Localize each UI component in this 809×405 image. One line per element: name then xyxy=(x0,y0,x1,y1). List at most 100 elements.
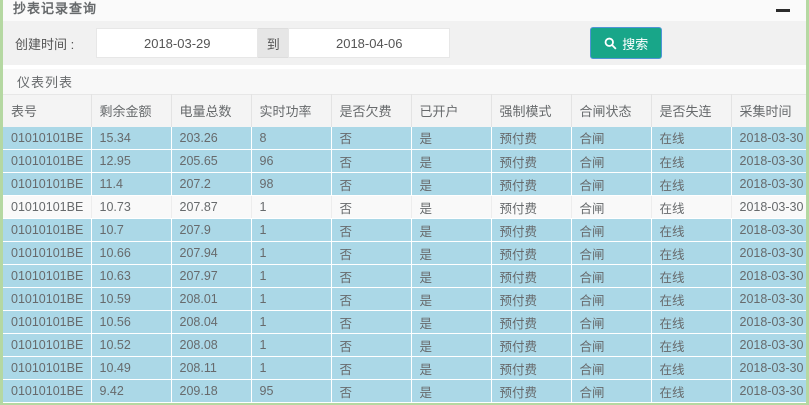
table-cell: 在线 xyxy=(651,380,731,403)
table-cell: 2018-03-30 15:1 xyxy=(731,219,806,242)
table-cell: 2018-03-30 15:1 xyxy=(731,311,806,334)
table-cell: 合闸 xyxy=(571,150,651,173)
table-cell: 合闸 xyxy=(571,242,651,265)
table-cell: 1 xyxy=(251,311,331,334)
table-cell: 1 xyxy=(251,242,331,265)
table-cell: 10.52 xyxy=(91,334,171,357)
table-cell: 10.56 xyxy=(91,311,171,334)
table-cell: 1 xyxy=(251,265,331,288)
table-cell: 预付费 xyxy=(491,242,571,265)
table-row[interactable]: 01010101BE10.56208.041否是预付费合闸在线2018-03-3… xyxy=(3,311,806,334)
minus-icon[interactable] xyxy=(776,9,790,12)
table-cell: 2018-03-30 15:1 xyxy=(731,357,806,380)
table-cell: 否 xyxy=(331,334,411,357)
date-from-input[interactable] xyxy=(96,28,258,58)
table-cell: 否 xyxy=(331,242,411,265)
table-cell: 01010101BE xyxy=(3,173,91,196)
table-cell: 合闸 xyxy=(571,127,651,150)
table-cell: 否 xyxy=(331,196,411,219)
table-cell: 95 xyxy=(251,380,331,403)
table-cell: 203.26 xyxy=(171,127,251,150)
table-cell: 是 xyxy=(411,150,491,173)
table-cell: 否 xyxy=(331,219,411,242)
table-cell: 在线 xyxy=(651,242,731,265)
table-cell: 是 xyxy=(411,380,491,403)
table-cell: 12.95 xyxy=(91,150,171,173)
table-cell: 10.49 xyxy=(91,357,171,380)
table-cell: 合闸 xyxy=(571,173,651,196)
date-range-group: 到 xyxy=(96,28,450,58)
table-cell: 在线 xyxy=(651,150,731,173)
table-cell: 预付费 xyxy=(491,380,571,403)
table-cell: 是 xyxy=(411,196,491,219)
table-row[interactable]: 01010101BE10.63207.971否是预付费合闸在线2018-03-3… xyxy=(3,265,806,288)
table-row[interactable]: 01010101BE10.49208.111否是预付费合闸在线2018-03-3… xyxy=(3,357,806,380)
table-cell: 10.66 xyxy=(91,242,171,265)
table-cell: 合闸 xyxy=(571,357,651,380)
table-cell: 208.08 xyxy=(171,334,251,357)
table-cell: 2018-03-30 15:1 xyxy=(731,196,806,219)
table-cell: 208.11 xyxy=(171,357,251,380)
table-cell: 是 xyxy=(411,357,491,380)
filter-bar: 创建时间 : 到 搜索 xyxy=(3,21,806,65)
column-header: 电量总数 xyxy=(171,95,251,127)
table-cell: 207.9 xyxy=(171,219,251,242)
table-row[interactable]: 01010101BE10.59208.011否是预付费合闸在线2018-03-3… xyxy=(3,288,806,311)
table-cell: 合闸 xyxy=(571,334,651,357)
table-cell: 2018-03-30 15:1 xyxy=(731,265,806,288)
table-row[interactable]: 01010101BE10.73207.871否是预付费合闸在线2018-03-3… xyxy=(3,196,806,219)
table-cell: 预付费 xyxy=(491,173,571,196)
table-row[interactable]: 01010101BE10.66207.941否是预付费合闸在线2018-03-3… xyxy=(3,242,806,265)
table-cell: 合闸 xyxy=(571,219,651,242)
table-cell: 205.65 xyxy=(171,150,251,173)
column-header: 表号 xyxy=(3,95,91,127)
search-button-label: 搜索 xyxy=(622,34,648,53)
table-cell: 预付费 xyxy=(491,357,571,380)
table-cell: 01010101BE xyxy=(3,288,91,311)
table-cell: 是 xyxy=(411,127,491,150)
table-cell: 207.2 xyxy=(171,173,251,196)
column-header: 已开户 xyxy=(411,95,491,127)
table-cell: 否 xyxy=(331,150,411,173)
table-header-row: 表号剩余金额电量总数实时功率是否欠费已开户强制模式合闸状态是否失连采集时间 xyxy=(3,95,806,127)
table-row[interactable]: 01010101BE11.4207.298否是预付费合闸在线2018-03-30… xyxy=(3,173,806,196)
table-cell: 11.4 xyxy=(91,173,171,196)
table-cell: 01010101BE xyxy=(3,357,91,380)
column-header: 合闸状态 xyxy=(571,95,651,127)
search-button[interactable]: 搜索 xyxy=(590,27,662,59)
table-cell: 10.63 xyxy=(91,265,171,288)
column-header: 实时功率 xyxy=(251,95,331,127)
table-row[interactable]: 01010101BE9.42209.1895否是预付费合闸在线2018-03-3… xyxy=(3,380,806,403)
table-cell: 否 xyxy=(331,127,411,150)
magnifier-icon xyxy=(604,37,617,50)
table-cell: 在线 xyxy=(651,288,731,311)
table-cell: 207.87 xyxy=(171,196,251,219)
table-cell: 预付费 xyxy=(491,127,571,150)
table-cell: 否 xyxy=(331,265,411,288)
table-cell: 是 xyxy=(411,311,491,334)
table-row[interactable]: 01010101BE10.7207.91否是预付费合闸在线2018-03-30 … xyxy=(3,219,806,242)
table-cell: 预付费 xyxy=(491,334,571,357)
table-cell: 预付费 xyxy=(491,196,571,219)
section-bar: 仪表列表 xyxy=(3,65,806,94)
meter-table: 表号剩余金额电量总数实时功率是否欠费已开户强制模式合闸状态是否失连采集时间 01… xyxy=(3,94,806,403)
table-cell: 10.7 xyxy=(91,219,171,242)
created-time-label: 创建时间 : xyxy=(15,34,74,53)
table-cell: 是 xyxy=(411,265,491,288)
table-row[interactable]: 01010101BE15.34203.268否是预付费合闸在线2018-03-3… xyxy=(3,127,806,150)
table-cell: 207.94 xyxy=(171,242,251,265)
date-to-input[interactable] xyxy=(288,28,450,58)
meter-list-title: 仪表列表 xyxy=(17,72,73,91)
table-row[interactable]: 01010101BE10.52208.081否是预付费合闸在线2018-03-3… xyxy=(3,334,806,357)
table-cell: 1 xyxy=(251,334,331,357)
table-cell: 在线 xyxy=(651,173,731,196)
table-cell: 209.18 xyxy=(171,380,251,403)
column-header: 强制模式 xyxy=(491,95,571,127)
table-cell: 预付费 xyxy=(491,219,571,242)
table-cell: 合闸 xyxy=(571,311,651,334)
table-cell: 2018-03-30 15:1 xyxy=(731,127,806,150)
table-cell: 98 xyxy=(251,173,331,196)
table-row[interactable]: 01010101BE12.95205.6596否是预付费合闸在线2018-03-… xyxy=(3,150,806,173)
table-cell: 在线 xyxy=(651,311,731,334)
table-body: 01010101BE15.34203.268否是预付费合闸在线2018-03-3… xyxy=(3,127,806,403)
